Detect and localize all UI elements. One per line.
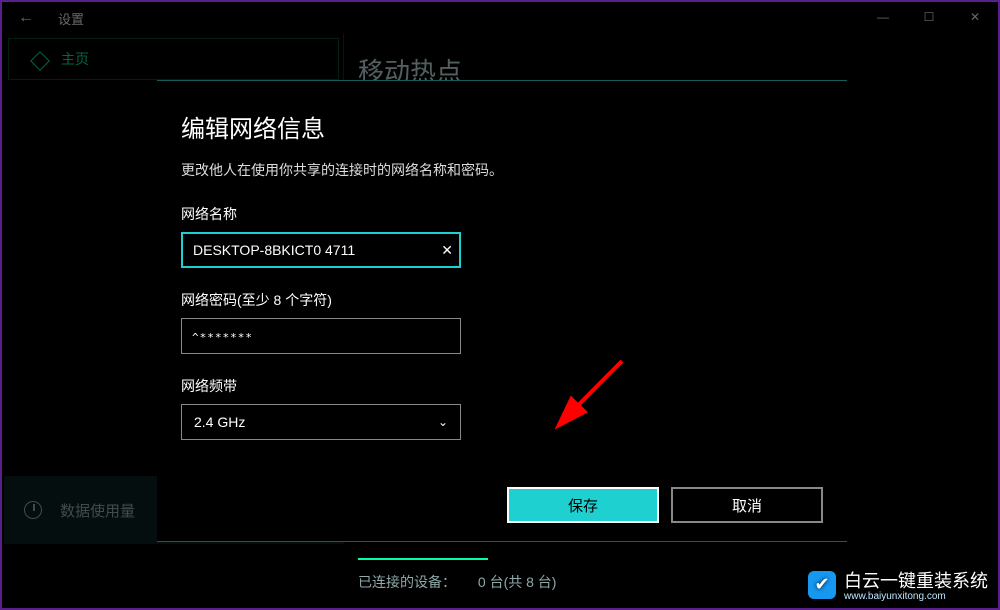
watermark-text: 白云一键重装系统 [844, 571, 988, 591]
network-band-label: 网络频带 [181, 376, 823, 396]
network-password-input[interactable] [181, 318, 461, 354]
network-band-value: 2.4 GHz [194, 414, 245, 430]
connected-devices-status: 已连接的设备： 0 台(共 8 台) [358, 572, 556, 592]
modal-subtitle: 更改他人在使用你共享的连接时的网络名称和密码。 [181, 160, 823, 180]
save-label: 保存 [568, 495, 598, 516]
network-name-input[interactable] [181, 232, 461, 268]
modal-buttons: 保存 取消 [507, 487, 823, 523]
network-password-field-wrap [181, 318, 461, 354]
connected-label: 已连接的设备： [358, 574, 456, 590]
clear-network-name-button[interactable]: ✕ [441, 232, 453, 268]
status-indicator-bar [358, 558, 488, 560]
network-band-select[interactable]: 2.4 GHz ⌄ [181, 404, 461, 440]
watermark-url: www.baiyunxitong.com [844, 591, 988, 602]
chevron-down-icon: ⌄ [438, 415, 448, 429]
watermark-logo-icon: ✔ [808, 571, 836, 599]
modal-title: 编辑网络信息 [181, 109, 823, 144]
network-name-field-wrap: ✕ [181, 232, 461, 268]
network-name-label: 网络名称 [181, 204, 823, 224]
cancel-button[interactable]: 取消 [671, 487, 823, 523]
close-icon: ✕ [441, 242, 453, 259]
network-password-label: 网络密码(至少 8 个字符) [181, 290, 823, 310]
annotation-arrow [532, 356, 632, 436]
watermark: ✔ 白云一键重装系统 www.baiyunxitong.com [808, 567, 988, 602]
connected-count: 0 台(共 8 台) [478, 574, 557, 590]
edit-network-modal: 编辑网络信息 更改他人在使用你共享的连接时的网络名称和密码。 网络名称 ✕ 网络… [157, 80, 847, 542]
save-button[interactable]: 保存 [507, 487, 659, 523]
cancel-label: 取消 [732, 495, 762, 516]
